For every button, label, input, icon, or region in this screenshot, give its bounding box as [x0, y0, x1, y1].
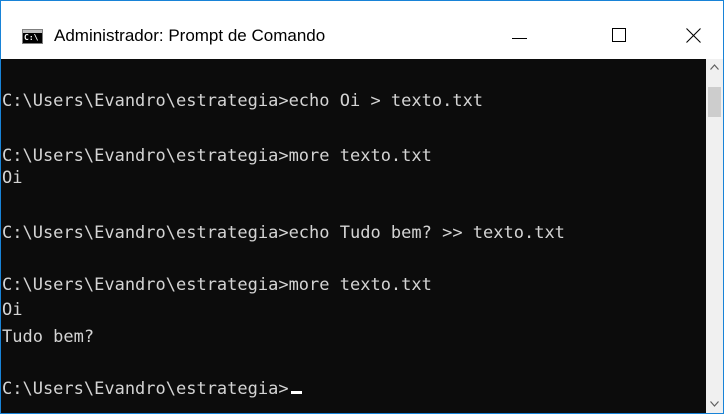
console-output[interactable]: C:\Users\Evandro\estrategia>echo Oi > te…	[1, 59, 706, 413]
console-line: Tudo bem?	[2, 327, 95, 347]
minimize-icon	[512, 38, 527, 39]
console-line: C:\Users\Evandro\estrategia>more texto.t…	[2, 275, 432, 295]
cmd-icon[interactable]: C:\	[22, 29, 43, 44]
console-line: Oi	[2, 300, 23, 320]
icon-prompt-text: C:\	[24, 33, 39, 42]
vertical-scrollbar[interactable]	[706, 59, 723, 413]
close-icon	[686, 28, 701, 43]
console-line: C:\Users\Evandro\estrategia>echo Tudo be…	[2, 223, 565, 243]
scrollbar-thumb[interactable]	[708, 87, 721, 117]
console-line: C:\Users\Evandro\estrategia>echo Oi > te…	[2, 91, 484, 111]
maximize-button[interactable]	[597, 15, 643, 55]
maximize-icon	[612, 28, 626, 42]
console-line: C:\Users\Evandro\estrategia>more texto.t…	[2, 146, 432, 166]
console-line: Oi	[2, 168, 23, 188]
window-title: Administrador: Prompt de Comando	[54, 26, 326, 45]
title-bar[interactable]: C:\ Administrador: Prompt de Comando	[1, 1, 723, 59]
command-prompt-window: C:\ Administrador: Prompt de Comando C:\…	[0, 0, 724, 414]
chevron-up-icon	[710, 64, 719, 70]
chevron-down-icon	[710, 401, 719, 407]
scroll-down-button[interactable]	[706, 396, 723, 413]
prompt-text: C:\Users\Evandro\estrategia>	[2, 379, 289, 399]
text-cursor	[290, 391, 302, 394]
close-button[interactable]	[671, 15, 717, 55]
scroll-up-button[interactable]	[706, 59, 723, 76]
console-prompt-line[interactable]: C:\Users\Evandro\estrategia>	[2, 378, 302, 400]
minimize-button[interactable]	[497, 15, 543, 55]
